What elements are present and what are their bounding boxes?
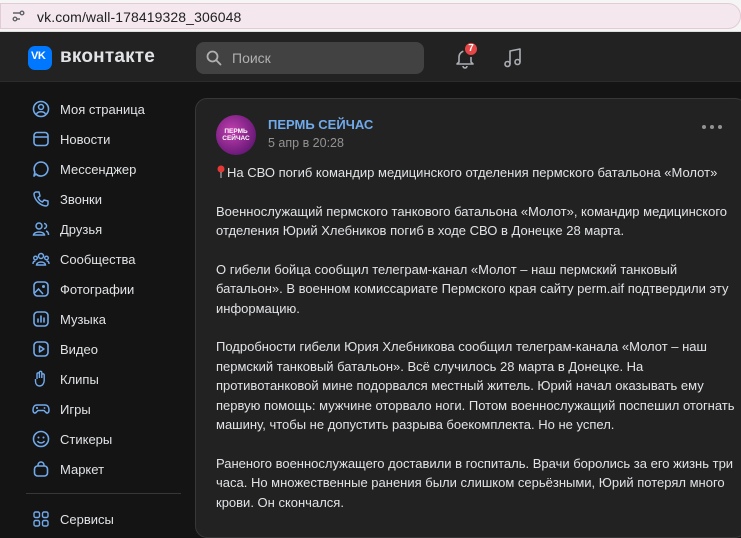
url-field[interactable]: vk.com/wall-178419328_306048 (0, 3, 741, 29)
sidebar-item-label: Друзья (60, 221, 103, 237)
sidebar-item-news[interactable]: Новости (26, 124, 186, 154)
search-icon (206, 50, 222, 66)
photo-icon (31, 279, 51, 299)
sidebar-item-label: Сообщества (60, 251, 136, 267)
communities-icon (31, 249, 51, 269)
sidebar-item-label: Видео (60, 341, 98, 357)
user-icon (31, 99, 51, 119)
wall-post: ПЕРМЬ СЕЙЧАС ПЕРМЬ СЕЙЧАС 5 апр в 20:28 … (195, 98, 741, 538)
smile-icon (31, 429, 51, 449)
friends-icon (31, 219, 51, 239)
logo-text[interactable]: вконтакте (60, 46, 155, 68)
url-text: vk.com/wall-178419328_306048 (37, 9, 242, 25)
left-sidebar: Моя страница Новости Мессенджер Звонки Д… (26, 94, 186, 484)
video-icon (31, 339, 51, 359)
gamepad-icon (31, 399, 51, 419)
clips-icon (31, 369, 51, 389)
sidebar-item-video[interactable]: Видео (26, 334, 186, 364)
sidebar-item-stickers[interactable]: Стикеры (26, 424, 186, 454)
post-title-text: На СВО погиб командир медицинского отдел… (227, 165, 718, 180)
avatar-logo-text: ПЕРМЬ СЕЙЧАС (222, 128, 250, 142)
sidebar-item-games[interactable]: Игры (26, 394, 186, 424)
message-icon (31, 159, 51, 179)
sidebar-item-messenger[interactable]: Мессенджер (26, 154, 186, 184)
search-input[interactable]: Поиск (196, 42, 424, 74)
post-paragraph: Раненого военнослужащего доставили в гос… (216, 455, 734, 510)
sidebar-divider (26, 493, 181, 494)
sidebar-item-clips[interactable]: Клипы (26, 364, 186, 394)
music-note-icon[interactable] (502, 47, 524, 69)
services-grid-icon (31, 509, 51, 529)
sidebar-item-label: Фотографии (60, 281, 135, 297)
sidebar-item-calls[interactable]: Звонки (26, 184, 186, 214)
music-bars-icon (31, 309, 51, 329)
post-text: На СВО погиб командир медицинского отдел… (216, 163, 736, 531)
notifications-badge: 7 (463, 41, 479, 57)
avatar[interactable]: ПЕРМЬ СЕЙЧАС (216, 115, 256, 155)
sidebar-item-label: Сервисы (60, 511, 114, 527)
post-paragraph: О гибели бойца сообщил телеграм-канал «М… (216, 261, 729, 316)
post-author-link[interactable]: ПЕРМЬ СЕЙЧАС (268, 117, 373, 132)
sidebar-item-label: Игры (60, 401, 91, 417)
more-options-icon[interactable] (702, 123, 722, 131)
browser-address-bar: vk.com/wall-178419328_306048 (0, 0, 741, 32)
sidebar-item-my-page[interactable]: Моя страница (26, 94, 186, 124)
sidebar-item-photos[interactable]: Фотографии (26, 274, 186, 304)
post-date[interactable]: 5 апр в 20:28 (268, 136, 344, 150)
vk-logo-icon[interactable]: VK (28, 46, 52, 70)
market-icon (31, 459, 51, 479)
phone-icon (31, 189, 51, 209)
sidebar-item-friends[interactable]: Друзья (26, 214, 186, 244)
news-icon (31, 129, 51, 149)
pushpin-icon (217, 165, 225, 178)
sidebar-item-label: Клипы (60, 371, 99, 387)
sidebar-item-music[interactable]: Музыка (26, 304, 186, 334)
sidebar-item-label: Новости (60, 131, 111, 147)
sidebar-item-communities[interactable]: Сообщества (26, 244, 186, 274)
search-placeholder: Поиск (232, 50, 271, 66)
top-header: VK вконтакте Поиск 7 (0, 32, 741, 82)
sidebar-item-label: Моя страница (60, 101, 145, 117)
sidebar-item-label: Маркет (60, 461, 105, 477)
post-title: На СВО погиб командир медицинского отдел… (216, 163, 736, 183)
post-paragraph: Военнослужащий пермского танкового батал… (216, 203, 728, 239)
site-info-icon[interactable] (11, 9, 25, 23)
sidebar-item-market[interactable]: Маркет (26, 454, 186, 484)
sidebar-item-label: Звонки (60, 191, 102, 207)
sidebar-item-label: Мессенджер (60, 161, 137, 177)
post-paragraph: Подробности гибели Юрия Хлебникова сообщ… (216, 339, 735, 432)
sidebar-item-label: Музыка (60, 311, 106, 327)
sidebar-item-label: Стикеры (60, 431, 113, 447)
